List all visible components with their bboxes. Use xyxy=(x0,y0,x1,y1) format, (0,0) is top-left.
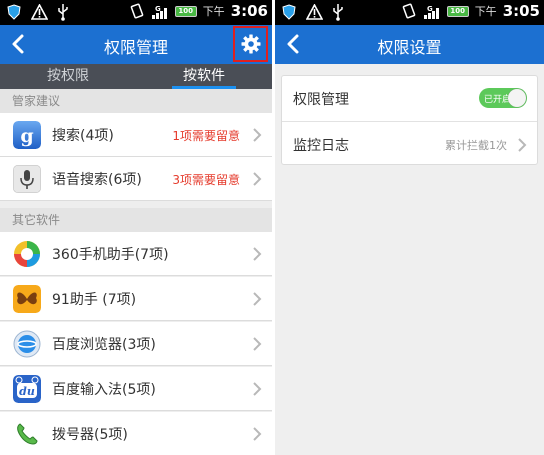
phone-dialer-icon xyxy=(17,423,38,445)
row-label: 权限管理 xyxy=(293,92,349,108)
section-header-other-apps: 其它软件 xyxy=(0,208,272,232)
usb-icon xyxy=(58,4,68,21)
list-item[interactable]: du 百度输入法(5项) xyxy=(0,367,272,411)
list-item[interactable]: 百度浏览器(3项) xyxy=(0,322,272,366)
microphone-icon xyxy=(13,165,41,193)
settings-button[interactable] xyxy=(233,26,268,62)
permission-management-row: 权限管理 已开启 xyxy=(282,76,537,121)
status-bar: G 100 下午 3:06 xyxy=(0,0,272,25)
toggle-knob xyxy=(508,89,526,107)
signal-icon: G xyxy=(423,5,439,19)
toggle-state-text: 已开启 xyxy=(484,95,512,105)
chevron-right-icon xyxy=(253,247,262,261)
row-label: 监控日志 xyxy=(293,138,349,154)
list-item[interactable]: g 搜索(4项) 1项需要留意 xyxy=(0,113,272,157)
battery-icon: 100 xyxy=(174,5,197,17)
status-ampm: 下午 xyxy=(474,5,497,18)
360-assistant-icon xyxy=(14,241,40,267)
page-title: 权限管理 xyxy=(103,38,168,57)
chevron-right-icon xyxy=(253,382,262,396)
app-label: 拨号器(5项) xyxy=(52,427,128,443)
warning-icon xyxy=(31,4,48,20)
list-item[interactable]: 语音搜索(6项) 3项需要留意 xyxy=(0,157,272,201)
svg-text:g: g xyxy=(20,125,33,147)
app-label: 语音搜索(6项) xyxy=(52,172,142,188)
vibrate-icon xyxy=(130,3,143,19)
warning-note: 3项需要留意 xyxy=(172,173,240,187)
warning-icon xyxy=(306,4,323,20)
google-search-icon: g xyxy=(13,121,41,149)
chevron-right-icon xyxy=(253,128,262,142)
battery-icon: 100 xyxy=(446,5,469,17)
blocked-count: 累计拦截1次 xyxy=(445,139,507,152)
shield-notification-icon xyxy=(282,4,296,20)
permission-toggle[interactable]: 已开启 xyxy=(479,88,527,108)
page-title: 权限设置 xyxy=(377,38,442,57)
chevron-right-icon xyxy=(253,292,262,306)
status-ampm: 下午 xyxy=(202,5,225,18)
app-label: 百度输入法(5项) xyxy=(52,382,156,398)
app-label: 搜索(4项) xyxy=(52,128,114,144)
butterfly-91-icon xyxy=(13,285,41,313)
chevron-right-icon xyxy=(518,138,527,152)
tab-by-app[interactable]: 按软件 xyxy=(136,64,272,89)
status-bar: G 100 下午 3:05 xyxy=(275,0,544,25)
status-time: 3:05 xyxy=(502,2,540,20)
settings-card: 权限管理 已开启 监控日志 累计拦截1次 xyxy=(281,75,538,165)
app-label: 91助手 (7项) xyxy=(52,292,137,308)
chevron-right-icon xyxy=(253,427,262,441)
tab-by-permission[interactable]: 按权限 xyxy=(0,64,136,89)
status-time: 3:06 xyxy=(230,2,268,20)
shield-notification-icon xyxy=(7,4,21,20)
baidu-browser-icon xyxy=(13,330,41,358)
tab-bar: 按权限 按软件 xyxy=(0,64,272,89)
signal-icon: G xyxy=(151,5,167,19)
svg-text:du: du xyxy=(19,385,35,398)
vibrate-icon xyxy=(402,3,415,19)
app-label: 百度浏览器(3项) xyxy=(52,337,156,353)
baidu-input-icon: du xyxy=(13,375,41,403)
warning-note: 1项需要留意 xyxy=(172,129,240,143)
list-item[interactable]: 360手机助手(7项) xyxy=(0,232,272,276)
chevron-right-icon xyxy=(253,172,262,186)
section-header-suggestions: 管家建议 xyxy=(0,89,272,113)
app-label: 360手机助手(7项) xyxy=(52,247,169,263)
monitor-log-row[interactable]: 监控日志 累计拦截1次 xyxy=(282,121,537,166)
usb-icon xyxy=(333,4,343,21)
title-bar: 权限管理 xyxy=(0,25,272,64)
right-screen: G 100 下午 3:05 权限设置 权限管理 已开启 监控日志 累计拦截1次 xyxy=(275,0,544,455)
chevron-right-icon xyxy=(253,337,262,351)
title-bar: 权限设置 xyxy=(275,25,544,64)
list-item[interactable]: 91助手 (7项) xyxy=(0,277,272,321)
gear-icon xyxy=(241,34,261,54)
list-item[interactable]: 拨号器(5项) xyxy=(0,412,272,455)
left-screen: G 100 下午 3:06 权限管理 按权限 按软件 管家建议 g 搜索(4项)… xyxy=(0,0,272,455)
